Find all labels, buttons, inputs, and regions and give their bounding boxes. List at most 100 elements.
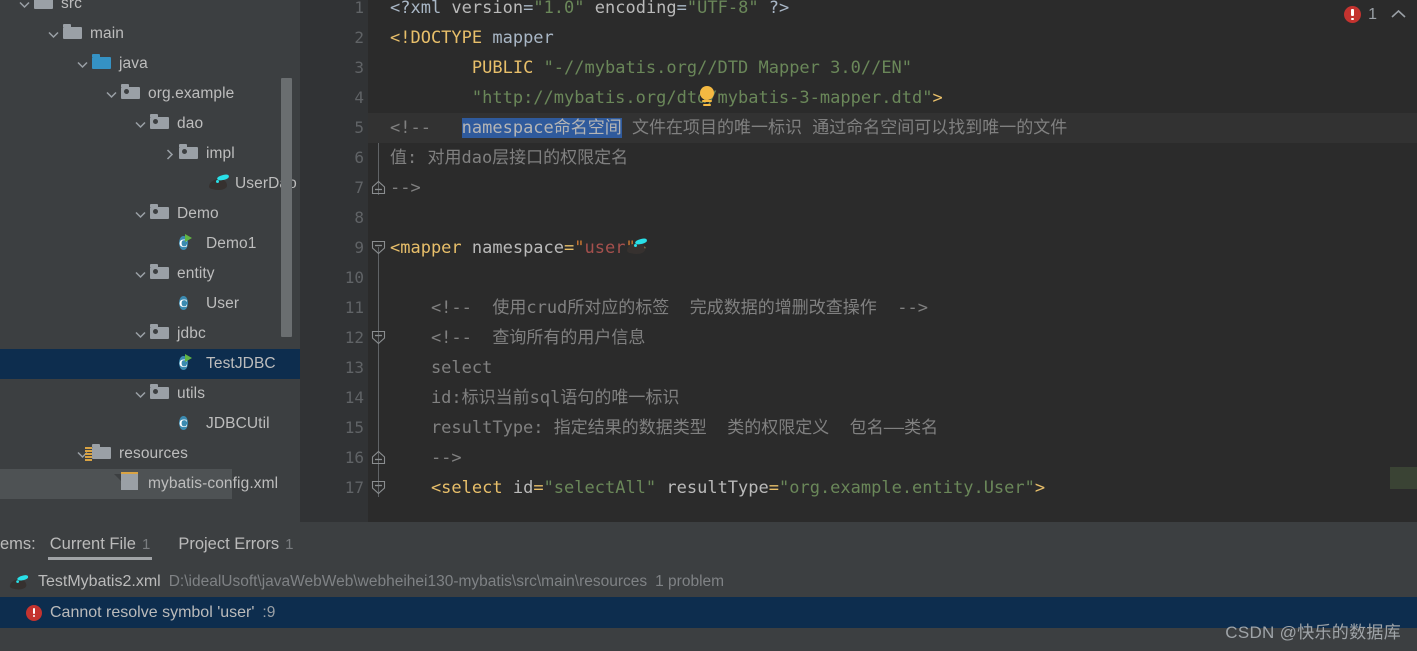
code-token: --> — [390, 178, 421, 198]
inspection-status-widget[interactable]: 1 — [1344, 5, 1407, 24]
package-folder-icon — [150, 324, 170, 344]
problem-row[interactable]: Cannot resolve symbol 'user' :9 — [0, 597, 1417, 628]
tree-item-java[interactable]: java — [0, 49, 300, 79]
chevron-down-icon[interactable] — [43, 19, 63, 49]
code-line[interactable]: PUBLIC "-//mybatis.org//DTD Mapper 3.0//… — [390, 53, 1417, 83]
tree-item-testjdbc[interactable]: C TestJDBC — [0, 349, 300, 379]
tree-item-label: org.example — [148, 85, 235, 102]
tab-project-errors[interactable]: Project Errors 1 — [164, 522, 307, 566]
code-line[interactable]: <!DOCTYPE mapper — [390, 23, 1417, 53]
code-line[interactable]: select — [390, 353, 1417, 383]
code-line[interactable]: <select id="selectAll" resultType="org.e… — [390, 473, 1417, 503]
tree-item-resources[interactable]: resources — [0, 439, 300, 469]
code-token: > — [932, 88, 943, 108]
code-line[interactable]: --> — [390, 443, 1417, 473]
chevron-right-icon[interactable] — [159, 139, 179, 169]
code-line[interactable]: <!-- namespace命名空间 文件在项目的唯一标识 通过命名空间可以找到… — [368, 113, 1417, 143]
code-line[interactable]: <mapper namespace="user"> — [390, 233, 1417, 263]
line-number: 14 — [344, 388, 364, 407]
line-number: 15 — [344, 418, 364, 437]
code-token: "org.example.entity.User" — [779, 478, 1035, 498]
problems-tabs[interactable]: ems: Current File 1 Project Errors 1 — [0, 522, 1417, 566]
code-token: <?xml — [390, 0, 452, 18]
project-tree-panel[interactable]: src main java org.example dao impl UserDao Demo… — [0, 0, 300, 522]
line-number: 7 — [354, 178, 364, 197]
tree-item-jdbcutil[interactable]: C JDBCUtil — [0, 409, 300, 439]
tree-item-jdbc[interactable]: jdbc — [0, 319, 300, 349]
chevron-down-icon[interactable] — [72, 49, 92, 79]
tree-item-userdao[interactable]: UserDao — [0, 169, 300, 199]
chevron-down-icon[interactable] — [130, 109, 150, 139]
sidebar-scrollbar[interactable] — [281, 78, 292, 337]
code-token: "selectAll" — [543, 478, 657, 498]
xml-file-icon — [114, 471, 141, 494]
code-token: > — [1034, 478, 1046, 498]
problems-tool-window[interactable]: ems: Current File 1 Project Errors 1 Tes… — [0, 522, 1417, 651]
tree-item-src[interactable]: src — [0, 0, 300, 19]
code-token: PUBLIC — [471, 58, 534, 78]
code-token: <!-- 查询所有的用户信息 — [390, 328, 646, 348]
tab-current-file-count: 1 — [141, 535, 151, 553]
problems-file-name: TestMybatis2.xml — [38, 572, 161, 590]
tree-item-utils[interactable]: utils — [0, 379, 300, 409]
tree-item-mybatis-config-xml[interactable]: mybatis-config.xml — [0, 469, 278, 499]
tree-item-label: mybatis-config.xml — [148, 475, 279, 492]
code-line[interactable] — [390, 203, 1417, 233]
tree-item-demo[interactable]: Demo — [0, 199, 300, 229]
tree-item-impl[interactable]: impl — [0, 139, 300, 169]
line-number: 9 — [354, 238, 364, 257]
code-token: <select — [390, 478, 503, 498]
line-number: 10 — [344, 268, 364, 287]
chevron-up-icon[interactable] — [1390, 5, 1407, 24]
code-line[interactable]: 值: 对用dao层接口的权限定名 — [390, 143, 1417, 173]
code-line[interactable]: <?xml version="1.0" encoding="UTF-8" ?> — [390, 0, 1417, 23]
intention-bulb-icon[interactable] — [698, 86, 716, 109]
code-token: id:标识当前sql语句的唯一标识 — [390, 388, 680, 408]
tree-item-org-example[interactable]: org.example — [0, 79, 300, 109]
tree-item-label: impl — [206, 145, 235, 162]
code-line[interactable]: --> — [390, 173, 1417, 203]
tree-item-user[interactable]: C User — [0, 289, 300, 319]
code-token: namespace — [461, 238, 565, 258]
added-line-highlight — [1390, 467, 1417, 489]
code-token: 文件在项目的唯一标识 通过命名空间可以找到唯一的文件 — [621, 118, 1068, 138]
tree-item-label: main — [90, 25, 124, 42]
tree-item-main[interactable]: main — [0, 19, 300, 49]
code-token: = — [768, 478, 779, 498]
tree-item-dao[interactable]: dao — [0, 109, 300, 139]
tree-item-label: TestJDBC — [206, 355, 276, 372]
chevron-down-icon[interactable] — [130, 319, 150, 349]
chevron-down-icon[interactable] — [101, 79, 121, 109]
code-text-area[interactable]: <?xml version="1.0" encoding="UTF-8" ?> <… — [368, 0, 1417, 522]
code-line[interactable]: id:标识当前sql语句的唯一标识 — [390, 383, 1417, 413]
tree-item-label: utils — [177, 385, 206, 402]
code-line[interactable]: <!-- 使用crud所对应的标签 完成数据的增删改查操作 --> — [390, 293, 1417, 323]
mybatis-mapper-gutter-icon[interactable] — [626, 236, 648, 256]
chevron-down-icon[interactable] — [130, 259, 150, 289]
tree-item-entity[interactable]: entity — [0, 259, 300, 289]
line-number: 16 — [344, 448, 364, 467]
code-line[interactable]: resultType: 指定结果的数据类型 类的权限定义 包名——类名 — [390, 413, 1417, 443]
tree-item-label: Demo — [177, 205, 219, 222]
problems-file-row[interactable]: TestMybatis2.xml D:\idealUsoft\javaWebWe… — [0, 566, 1417, 597]
tree-item-demo1[interactable]: C Demo1 — [0, 229, 300, 259]
code-token: "UTF-8" — [686, 0, 759, 18]
code-line[interactable]: "http://mybatis.org/dtd/mybatis-3-mapper… — [390, 83, 1417, 113]
line-number: 11 — [344, 298, 364, 317]
line-number: 13 — [344, 358, 364, 377]
tab-current-file[interactable]: Current File 1 — [36, 522, 165, 566]
package-folder-icon — [150, 384, 170, 404]
code-editor[interactable]: 1 2 3 4 5 6 7 8 9 10 11 12 13 14 15 16 17 — [300, 0, 1417, 522]
chevron-down-icon[interactable] — [14, 0, 34, 19]
chevron-down-icon[interactable] — [130, 199, 150, 229]
code-token: <mapper — [390, 238, 462, 258]
chevron-down-icon[interactable] — [130, 379, 150, 409]
mybatis-mapper-icon — [208, 173, 230, 194]
tab-project-errors-label: Project Errors — [178, 534, 280, 553]
code-line[interactable]: <!-- 查询所有的用户信息 — [390, 323, 1417, 353]
code-line[interactable] — [390, 263, 1417, 293]
